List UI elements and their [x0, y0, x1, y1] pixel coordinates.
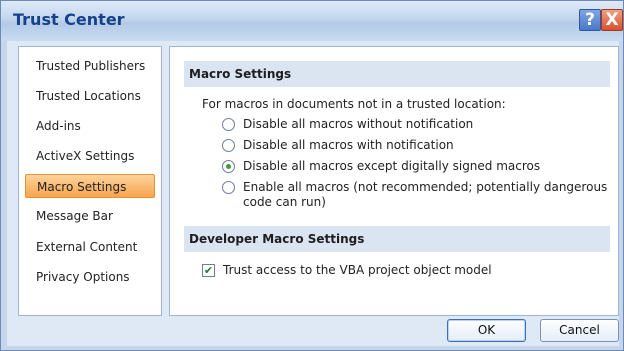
help-button[interactable]: ? [579, 9, 601, 31]
trust-vba-label[interactable]: Trust access to the VBA project object m… [223, 263, 492, 278]
sidebar-item-external-content[interactable]: External Content [25, 235, 155, 259]
option-label-disable-except-signed[interactable]: Disable all macros except digitally sign… [243, 159, 540, 174]
sidebar-item-message-bar[interactable]: Message Bar [25, 204, 155, 228]
radio-enable-all-macros[interactable] [222, 181, 235, 194]
radio-disable-with-notification[interactable] [222, 139, 235, 152]
category-list: Trusted Publishers Trusted Locations Add… [18, 46, 162, 316]
sidebar-item-trusted-locations[interactable]: Trusted Locations [25, 84, 155, 108]
sidebar-item-add-ins[interactable]: Add-ins [25, 114, 155, 138]
settings-panel: Macro Settings For macros in documents n… [169, 46, 619, 316]
developer-macro-settings-heading: Developer Macro Settings [184, 226, 610, 252]
option-label-disable-without-notification[interactable]: Disable all macros without notification [243, 117, 473, 132]
option-label-enable-all-macros-line2[interactable]: code can run) [243, 195, 326, 210]
macro-settings-intro: For macros in documents not in a trusted… [202, 97, 506, 111]
sidebar-item-macro-settings[interactable]: Macro Settings [25, 174, 155, 198]
close-button[interactable]: X [601, 9, 623, 31]
dialog-title: Trust Center [13, 10, 125, 29]
ok-button[interactable]: OK [447, 319, 526, 342]
option-label-disable-with-notification[interactable]: Disable all macros with notification [243, 138, 454, 153]
trust-vba-checkbox[interactable]: ✔ [202, 264, 215, 277]
sidebar-item-activex-settings[interactable]: ActiveX Settings [25, 144, 155, 168]
radio-disable-except-signed[interactable] [222, 160, 235, 173]
macro-settings-heading: Macro Settings [184, 61, 610, 87]
radio-disable-without-notification[interactable] [222, 118, 235, 131]
title-bar: Trust Center ? X [1, 1, 623, 41]
cancel-button[interactable]: Cancel [540, 319, 619, 342]
option-label-enable-all-macros[interactable]: Enable all macros (not recommended; pote… [243, 180, 607, 195]
sidebar-item-trusted-publishers[interactable]: Trusted Publishers [25, 54, 155, 78]
sidebar-item-privacy-options[interactable]: Privacy Options [25, 265, 155, 289]
trust-center-dialog: Trust Center ? X Trusted Publishers Trus… [0, 0, 624, 351]
